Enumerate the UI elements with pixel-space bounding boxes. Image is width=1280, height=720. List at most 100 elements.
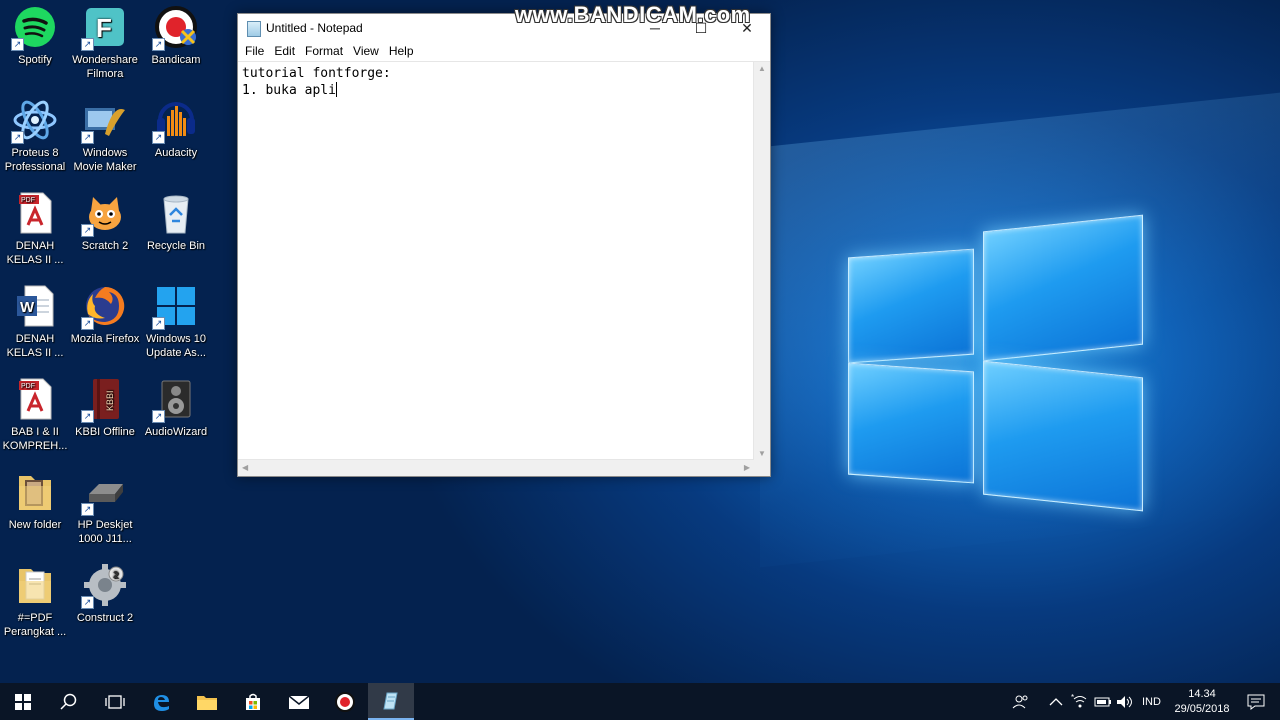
desktop-icon-label: Scratch 2 (81, 240, 129, 252)
taskbar: * IND 14.34 29/05/2018 (0, 683, 1280, 720)
language-indicator[interactable]: IND (1142, 683, 1161, 720)
scroll-up-icon[interactable]: ▲ (758, 64, 766, 73)
search-button[interactable] (46, 683, 92, 720)
task-view-button[interactable] (92, 683, 138, 720)
scratch-icon: ↗ (81, 191, 127, 237)
desktop-icon-audacity[interactable]: ↗ Audacity (141, 98, 211, 160)
desktop-icon-kbbi[interactable]: KBBI ↗ KBBI Offline (70, 377, 140, 439)
vertical-scrollbar[interactable]: ▲ ▼ (753, 62, 770, 460)
bandicam-icon (335, 691, 355, 712)
desktop-icon-denah-pdf[interactable]: PDF DENAH KELAS II ... (0, 191, 70, 267)
text-caret (335, 82, 337, 97)
pdf-file-icon: PDF (13, 191, 57, 235)
task-view-icon (105, 694, 125, 709)
desktop-icon-windows-update[interactable]: ↗ Windows 10 Update As... (141, 284, 211, 360)
desktop-icon-label: Windows Movie Maker (73, 147, 137, 173)
search-icon (60, 693, 77, 710)
bandicam-watermark: www.BANDICAM.com (515, 2, 751, 27)
folder-icon (13, 470, 57, 514)
svg-text:2: 2 (113, 570, 119, 581)
menu-help[interactable]: Help (384, 42, 419, 60)
taskbar-bandicam[interactable] (322, 683, 368, 720)
svg-text:PDF: PDF (21, 197, 35, 204)
clock[interactable]: 14.34 29/05/2018 (1172, 687, 1232, 717)
desktop-icon-scratch[interactable]: ↗ Scratch 2 (70, 191, 140, 253)
desktop-icon-label: Windows 10 Update As... (146, 333, 206, 359)
scroll-down-icon[interactable]: ▼ (758, 449, 766, 458)
taskbar-store[interactable] (230, 683, 276, 720)
menu-bar: File Edit Format View Help (238, 42, 770, 61)
printer-icon: ↗ (81, 470, 127, 516)
taskbar-edge[interactable] (138, 683, 184, 720)
desktop-icon-filmora[interactable]: F ↗ Wondershare Filmora (70, 5, 140, 81)
notepad-window[interactable]: Untitled - Notepad ─ ☐ ✕ File Edit Format V… (237, 13, 771, 477)
notification-icon (1247, 694, 1265, 710)
desktop-icon-label: BAB I & II KOMPREH... (2, 426, 68, 452)
text-line: 1. buka apli (242, 83, 336, 98)
desktop-icon-label: Audacity (154, 147, 198, 159)
desktop-icon-spotify[interactable]: ↗ Spotify (0, 5, 70, 67)
menu-view[interactable]: View (348, 42, 384, 60)
firefox-icon: ↗ (81, 284, 127, 330)
resize-grip-icon[interactable] (754, 460, 770, 476)
svg-text:KBBI: KBBI (105, 390, 115, 411)
desktop-icon-label: Construct 2 (76, 612, 134, 624)
construct-icon: 2 ↗ (81, 563, 127, 609)
audacity-icon: ↗ (152, 98, 198, 144)
start-button[interactable] (0, 683, 46, 720)
windows-logo-wallpaper (845, 214, 1145, 515)
volume-button[interactable] (1116, 683, 1134, 720)
desktop-icon-label: Proteus 8 Professional (4, 147, 66, 173)
desktop-icon-audiowizard[interactable]: ↗ AudioWizard (141, 377, 211, 439)
battery-button[interactable] (1094, 683, 1112, 720)
people-button[interactable] (1012, 683, 1030, 720)
svg-text:*: * (1071, 694, 1074, 702)
desktop-icon-denah-word[interactable]: W DENAH KELAS II ... (0, 284, 70, 360)
desktop-icon-recycle-bin[interactable]: Recycle Bin (141, 191, 211, 253)
folder-icon (13, 563, 57, 607)
text-editor[interactable]: tutorial fontforge: 1. buka apli ▲ ▼ ◀ ▶ (238, 61, 770, 476)
taskbar-file-explorer[interactable] (184, 683, 230, 720)
desktop-icon-movie-maker[interactable]: ↗ Windows Movie Maker (70, 98, 140, 174)
scroll-right-icon[interactable]: ▶ (744, 463, 750, 472)
desktop-icon-label: Mozila Firefox (70, 333, 140, 345)
svg-text:W: W (20, 299, 35, 316)
clock-date: 29/05/2018 (1174, 703, 1230, 715)
editor-content[interactable]: tutorial fontforge: 1. buka apli (242, 65, 753, 459)
chevron-up-icon (1049, 697, 1063, 705)
scroll-left-icon[interactable]: ◀ (242, 463, 248, 472)
menu-format[interactable]: Format (300, 42, 348, 60)
taskbar-mail[interactable] (276, 683, 322, 720)
window-title: Untitled - Notepad (266, 21, 363, 35)
menu-edit[interactable]: Edit (269, 42, 300, 60)
desktop-icon-firefox[interactable]: ↗ Mozila Firefox (70, 284, 140, 346)
audiowizard-icon: ↗ (152, 377, 198, 423)
word-file-icon: W (13, 284, 57, 328)
taskbar-notepad[interactable] (368, 683, 414, 720)
desktop-icon-bandicam[interactable]: ↗ Bandicam (141, 5, 211, 67)
action-center-button[interactable] (1247, 683, 1265, 720)
desktop-icon-label: Bandicam (151, 54, 201, 66)
horizontal-scrollbar[interactable]: ◀ ▶ (238, 459, 754, 476)
recycle-bin-icon (154, 191, 198, 235)
svg-text:F: F (96, 13, 112, 43)
notepad-icon (247, 21, 261, 37)
desktop-icon-bab-pdf[interactable]: PDF BAB I & II KOMPREH... (0, 377, 70, 453)
desktop-icon-proteus[interactable]: ↗ Proteus 8 Professional (0, 98, 70, 174)
desktop-icon-label: HP Deskjet 1000 J11... (77, 519, 133, 545)
desktop-icon-new-folder[interactable]: New folder (0, 470, 70, 532)
desktop-icon-construct[interactable]: 2 ↗ Construct 2 (70, 563, 140, 625)
menu-file[interactable]: File (240, 42, 269, 60)
pdf-file-icon: PDF (13, 377, 57, 421)
kbbi-icon: KBBI ↗ (81, 377, 127, 423)
network-button[interactable]: * (1071, 683, 1089, 720)
proteus-icon: ↗ (11, 98, 57, 144)
desktop-icon-hp-deskjet[interactable]: ↗ HP Deskjet 1000 J11... (70, 470, 140, 546)
svg-text:PDF: PDF (21, 383, 35, 390)
desktop-icon-pdf-perangkat[interactable]: #=PDF Perangkat ... (0, 563, 70, 639)
spotify-icon: ↗ (11, 5, 57, 51)
show-hidden-icons-button[interactable] (1049, 683, 1063, 720)
mail-icon (288, 694, 310, 709)
desktop-icon-label: #=PDF Perangkat ... (3, 612, 67, 638)
filmora-icon: F ↗ (81, 5, 127, 51)
